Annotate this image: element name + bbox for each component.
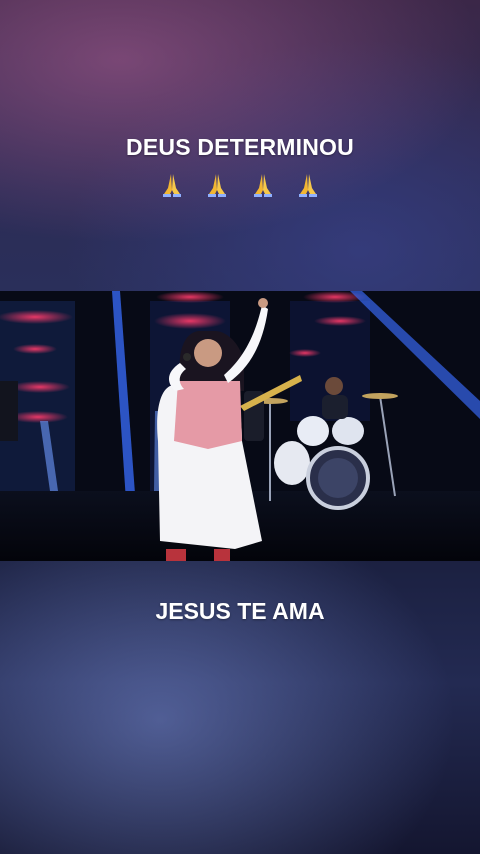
video-post-screen: DEUS DETERMINOU JESUS TE AMA <box>0 0 480 854</box>
folded-hands-icon <box>248 170 278 200</box>
folded-hands-icon <box>293 170 323 200</box>
folded-hands-icon <box>157 170 187 200</box>
video-frame[interactable] <box>0 291 480 561</box>
folded-hands-icon <box>202 170 232 200</box>
top-caption: DEUS DETERMINOU <box>126 134 354 160</box>
emoji-row <box>0 170 480 207</box>
concert-stage-image <box>0 291 480 561</box>
bottom-caption: JESUS TE AMA <box>155 598 325 624</box>
